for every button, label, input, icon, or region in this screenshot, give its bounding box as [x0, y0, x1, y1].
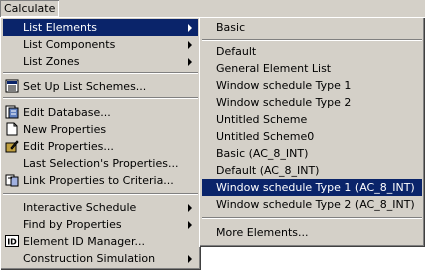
menu-item-label: Construction Simulation — [23, 252, 156, 265]
menu-item-new-properties[interactable]: New Properties — [3, 121, 198, 138]
submenu-item-label: Window schedule Type 1 — [216, 79, 352, 92]
new-document-icon — [6, 122, 18, 136]
submenu-arrow-icon — [188, 24, 192, 32]
menu-item-label: Set Up List Schemes... — [23, 80, 147, 93]
menu-item-label: Element ID Manager... — [23, 235, 145, 248]
database-icon — [5, 105, 19, 119]
menu-item-label: List Zones — [23, 55, 80, 68]
submenu-item-default-ac8[interactable]: Default (AC_8_INT) — [202, 162, 422, 179]
menu-item-list-elements[interactable]: List Elements — [3, 19, 198, 36]
submenu-item-general-element-list[interactable]: General Element List — [202, 60, 422, 77]
submenu-item-basic[interactable]: Basic — [202, 19, 422, 36]
menu-separator — [202, 217, 422, 219]
submenu-item-label: Default (AC_8_INT) — [216, 164, 320, 177]
submenu-item-default[interactable]: Default — [202, 43, 422, 60]
menu-item-label: List Components — [23, 38, 116, 51]
list-scheme-icon — [5, 79, 19, 93]
menu-item-list-zones[interactable]: List Zones — [3, 53, 198, 70]
menu-item-edit-database[interactable]: Edit Database... — [3, 104, 198, 121]
menu-separator — [3, 72, 198, 74]
submenu-item-window-schedule-type-2[interactable]: Window schedule Type 2 — [202, 94, 422, 111]
submenu-item-more-elements[interactable]: More Elements... — [202, 224, 422, 241]
menu-item-set-up-list-schemes[interactable]: Set Up List Schemes... — [3, 78, 198, 95]
menu-item-interactive-schedule[interactable]: Interactive Schedule — [3, 199, 198, 216]
menu-item-label: List Elements — [23, 21, 97, 34]
list-elements-submenu: Basic Default General Element List Windo… — [199, 17, 425, 247]
menu-item-label: New Properties — [23, 123, 107, 136]
menu-item-label: Interactive Schedule — [23, 201, 137, 214]
menu-item-edit-properties[interactable]: Edit Properties... — [3, 138, 198, 155]
edit-properties-icon — [5, 140, 19, 153]
menu-item-label: Link Properties to Criteria... — [23, 174, 174, 187]
menu-item-label: Edit Properties... — [23, 140, 114, 153]
submenu-item-window-schedule-type-1[interactable]: Window schedule Type 1 — [202, 77, 422, 94]
submenu-item-untitled-scheme0[interactable]: Untitled Scheme0 — [202, 128, 422, 145]
menu-separator — [202, 39, 422, 41]
submenu-item-label: Default — [216, 45, 257, 58]
submenu-item-label: Window schedule Type 2 (AC_8_INT) — [216, 198, 415, 211]
id-icon: ID — [5, 235, 19, 247]
submenu-item-label: Untitled Scheme — [216, 113, 308, 126]
svg-text:ID: ID — [7, 238, 17, 247]
submenu-item-label: Basic (AC_8_INT) — [216, 147, 309, 160]
submenu-arrow-icon — [188, 221, 192, 229]
submenu-arrow-icon — [188, 41, 192, 49]
menu-calculate[interactable]: Calculate — [0, 0, 60, 17]
submenu-item-label: Window schedule Type 2 — [216, 96, 352, 109]
link-properties-icon — [5, 174, 19, 187]
submenu-item-untitled-scheme[interactable]: Untitled Scheme — [202, 111, 422, 128]
menu-item-element-id-manager[interactable]: ID Element ID Manager... — [3, 233, 198, 250]
menu-item-label: Last Selection's Properties... — [23, 157, 179, 170]
menu-item-list-components[interactable]: List Components — [3, 36, 198, 53]
menu-item-construction-simulation[interactable]: Construction Simulation — [3, 250, 198, 267]
submenu-item-label: Untitled Scheme0 — [216, 130, 315, 143]
submenu-arrow-icon — [188, 204, 192, 212]
menu-separator — [3, 97, 198, 99]
menu-item-link-properties-to-criteria[interactable]: Link Properties to Criteria... — [3, 172, 198, 189]
submenu-item-label: General Element List — [216, 62, 332, 75]
menu-item-label: Find by Properties — [23, 218, 122, 231]
submenu-item-label: More Elements... — [216, 226, 309, 239]
calculate-menu: List Elements List Components List Zones… — [0, 17, 201, 270]
submenu-item-label: Basic — [216, 21, 246, 34]
submenu-item-window-schedule-type-2-ac8[interactable]: Window schedule Type 2 (AC_8_INT) — [202, 196, 422, 213]
menu-item-find-by-properties[interactable]: Find by Properties — [3, 216, 198, 233]
submenu-item-label: Window schedule Type 1 (AC_8_INT) — [216, 181, 415, 194]
submenu-arrow-icon — [188, 255, 192, 263]
menu-item-last-selections-properties[interactable]: Last Selection's Properties... — [3, 155, 198, 172]
submenu-arrow-icon — [188, 58, 192, 66]
menu-separator — [3, 193, 198, 195]
menu-bar: Calculate — [0, 0, 425, 18]
menu-item-label: Edit Database... — [23, 106, 111, 119]
submenu-item-basic-ac8[interactable]: Basic (AC_8_INT) — [202, 145, 422, 162]
submenu-item-window-schedule-type-1-ac8[interactable]: Window schedule Type 1 (AC_8_INT) — [202, 179, 422, 196]
